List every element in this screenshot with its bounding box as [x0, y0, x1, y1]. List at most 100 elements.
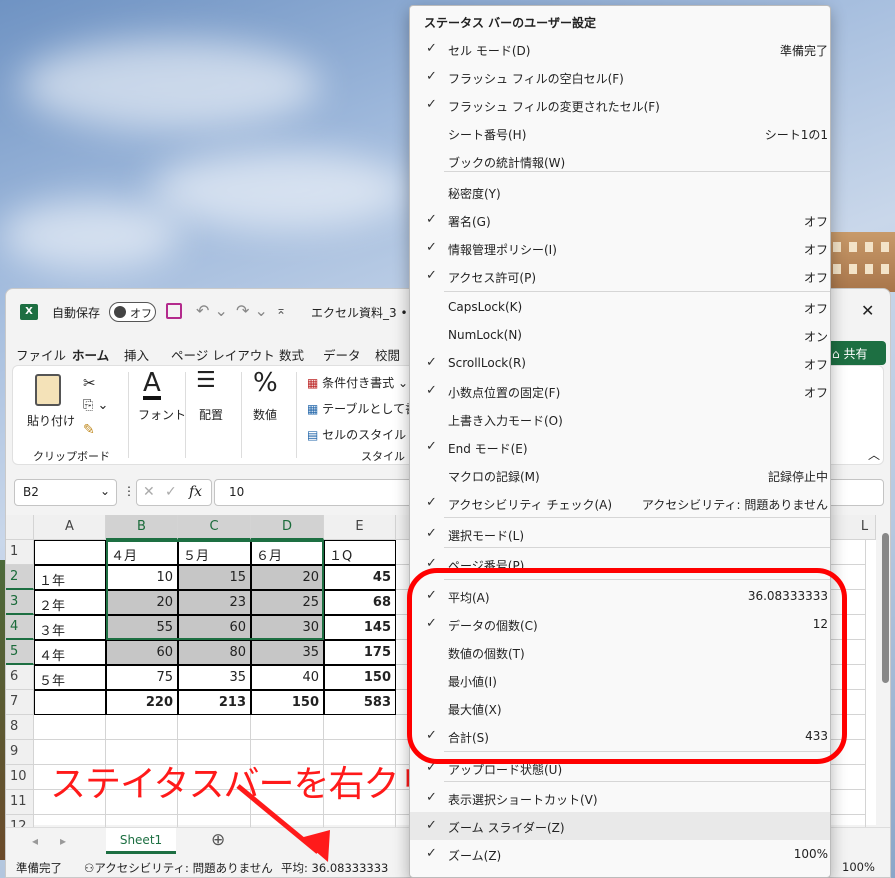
menu-item[interactable]: シート番号(H) シート1の1 [410, 119, 830, 147]
menu-item[interactable]: ブックの統計情報(W) [410, 147, 830, 175]
table-cell[interactable]: 145 [324, 615, 396, 640]
table-cell[interactable]: ４月 [106, 540, 178, 565]
table-cell[interactable]: 55 [106, 615, 178, 640]
row-header[interactable]: 2 [6, 565, 34, 590]
align-icon[interactable]: ☰ [196, 370, 216, 392]
table-cell[interactable]: 10 [106, 565, 178, 590]
table-cell[interactable]: １Q [324, 540, 396, 565]
menu-item[interactable]: ✓ セル モード(D) 準備完了 [410, 35, 830, 63]
column-header[interactable]: D [251, 515, 324, 540]
menu-item[interactable]: ✓ 小数点位置の固定(F) オフ [410, 377, 830, 405]
cell[interactable] [106, 715, 178, 740]
table-cell[interactable]: 45 [324, 565, 396, 590]
row-header[interactable]: 3 [6, 590, 34, 615]
menu-item[interactable]: ✓ 選択モード(L) [410, 520, 830, 548]
row-header[interactable]: 4 [6, 615, 34, 640]
menu-item[interactable]: ✓ ズーム スライダー(Z) [410, 812, 830, 840]
close-icon[interactable]: ✕ [861, 301, 874, 320]
table-cell[interactable]: 583 [324, 690, 396, 715]
table-cell[interactable]: 80 [178, 640, 251, 665]
enter-icon[interactable]: ✓ [165, 484, 177, 500]
tab-data[interactable]: データ [323, 345, 361, 364]
table-cell[interactable]: 60 [106, 640, 178, 665]
menu-item[interactable]: 秘密度(Y) [410, 178, 830, 206]
row-header[interactable]: 7 [6, 690, 34, 715]
tab-file[interactable]: ファイル [16, 345, 66, 364]
save-icon[interactable] [166, 303, 182, 319]
table-cell[interactable]: 35 [251, 640, 324, 665]
table-cell[interactable]: 68 [324, 590, 396, 615]
select-all-corner[interactable] [6, 515, 34, 540]
menu-item[interactable]: ✓ ScrollLock(R) オフ [410, 349, 830, 377]
table-cell[interactable]: 175 [324, 640, 396, 665]
column-header[interactable]: A [34, 515, 106, 540]
table-cell[interactable]: ６月 [251, 540, 324, 565]
column-header[interactable]: L [854, 515, 876, 540]
row-header[interactable]: 1 [6, 540, 34, 565]
table-cell[interactable] [34, 540, 106, 565]
sheet-tab-sheet1[interactable]: Sheet1 [106, 828, 176, 854]
table-cell[interactable]: 30 [251, 615, 324, 640]
cell[interactable] [34, 715, 106, 740]
menu-item[interactable]: ✓ End モード(E) [410, 433, 830, 461]
add-sheet-icon[interactable]: ⊕ [211, 830, 225, 850]
cell[interactable] [324, 715, 396, 740]
table-cell[interactable]: 75 [106, 665, 178, 690]
table-cell[interactable]: 20 [106, 590, 178, 615]
cut-icon[interactable]: ✂ [83, 374, 96, 392]
cell-styles-button[interactable]: ▤ セルのスタイル ⌄ [307, 426, 420, 443]
table-cell[interactable]: ４年 [34, 640, 106, 665]
align-button[interactable]: 配置 [199, 406, 223, 423]
tab-review[interactable]: 校閲 [375, 345, 400, 364]
next-sheet-icon[interactable]: ▸ [60, 834, 66, 848]
percent-icon[interactable]: % [253, 368, 278, 398]
insert-function-icon[interactable]: fx [189, 484, 202, 500]
font-button[interactable]: フォント [138, 406, 186, 423]
row-header[interactable]: 8 [6, 715, 34, 740]
prev-sheet-icon[interactable]: ◂ [32, 834, 38, 848]
menu-item[interactable]: 上書き入力モード(O) [410, 405, 830, 433]
quick-access-menu-icon[interactable]: ⌅ [276, 303, 286, 317]
collapse-ribbon-icon[interactable]: ︿ [868, 446, 880, 463]
row-header[interactable]: 6 [6, 665, 34, 690]
menu-item[interactable]: ✓ アクセシビリティ チェック(A) アクセシビリティ: 問題ありません [410, 489, 830, 517]
table-cell[interactable]: 40 [251, 665, 324, 690]
format-painter-icon[interactable]: ✎ [83, 422, 95, 438]
table-cell[interactable]: １年 [34, 565, 106, 590]
menu-item[interactable]: CapsLock(K) オフ [410, 293, 830, 321]
table-cell[interactable]: 150 [324, 665, 396, 690]
menu-item[interactable]: ✓ 情報管理ポリシー(I) オフ [410, 234, 830, 262]
undo-icon[interactable]: ↶ ⌄ [196, 301, 228, 320]
table-cell[interactable]: 15 [178, 565, 251, 590]
row-header[interactable]: 5 [6, 640, 34, 665]
table-cell[interactable]: 23 [178, 590, 251, 615]
copy-icon[interactable]: ⎘ ⌄ [83, 398, 108, 413]
row-header[interactable]: 10 [6, 765, 34, 790]
paste-icon[interactable] [35, 374, 61, 406]
table-cell[interactable]: ５年 [34, 665, 106, 690]
vertical-scrollbar[interactable] [879, 511, 890, 831]
menu-item[interactable]: マクロの記録(M) 記録停止中 [410, 461, 830, 489]
column-header[interactable]: C [178, 515, 251, 540]
cancel-icon[interactable]: ✕ [143, 484, 155, 500]
table-cell[interactable]: 25 [251, 590, 324, 615]
column-header[interactable]: B [106, 515, 178, 540]
menu-item[interactable]: ✓ ズーム(Z) 100% [410, 840, 830, 868]
row-header[interactable]: 9 [6, 740, 34, 765]
name-box[interactable]: B2 ⌄ [14, 479, 117, 506]
table-cell[interactable]: 213 [178, 690, 251, 715]
menu-item[interactable]: NumLock(N) オン [410, 321, 830, 349]
table-cell[interactable]: 150 [251, 690, 324, 715]
menu-item[interactable]: ✓ フラッシュ フィルの変更されたセル(F) [410, 91, 830, 119]
menu-item[interactable]: ✓ フラッシュ フィルの空白セル(F) [410, 63, 830, 91]
autosave-toggle[interactable]: オフ [109, 302, 156, 322]
table-cell[interactable]: ５月 [178, 540, 251, 565]
column-header[interactable]: E [324, 515, 396, 540]
status-zoom[interactable]: 100% [842, 860, 875, 874]
menu-item[interactable]: ✓ 表示選択ショートカット(V) [410, 784, 830, 812]
tab-insert[interactable]: 挿入 [124, 345, 149, 364]
more-icon[interactable]: ⋮ [123, 484, 135, 498]
table-cell[interactable]: 60 [178, 615, 251, 640]
redo-icon[interactable]: ↷ ⌄ [236, 301, 268, 320]
table-cell[interactable]: 20 [251, 565, 324, 590]
